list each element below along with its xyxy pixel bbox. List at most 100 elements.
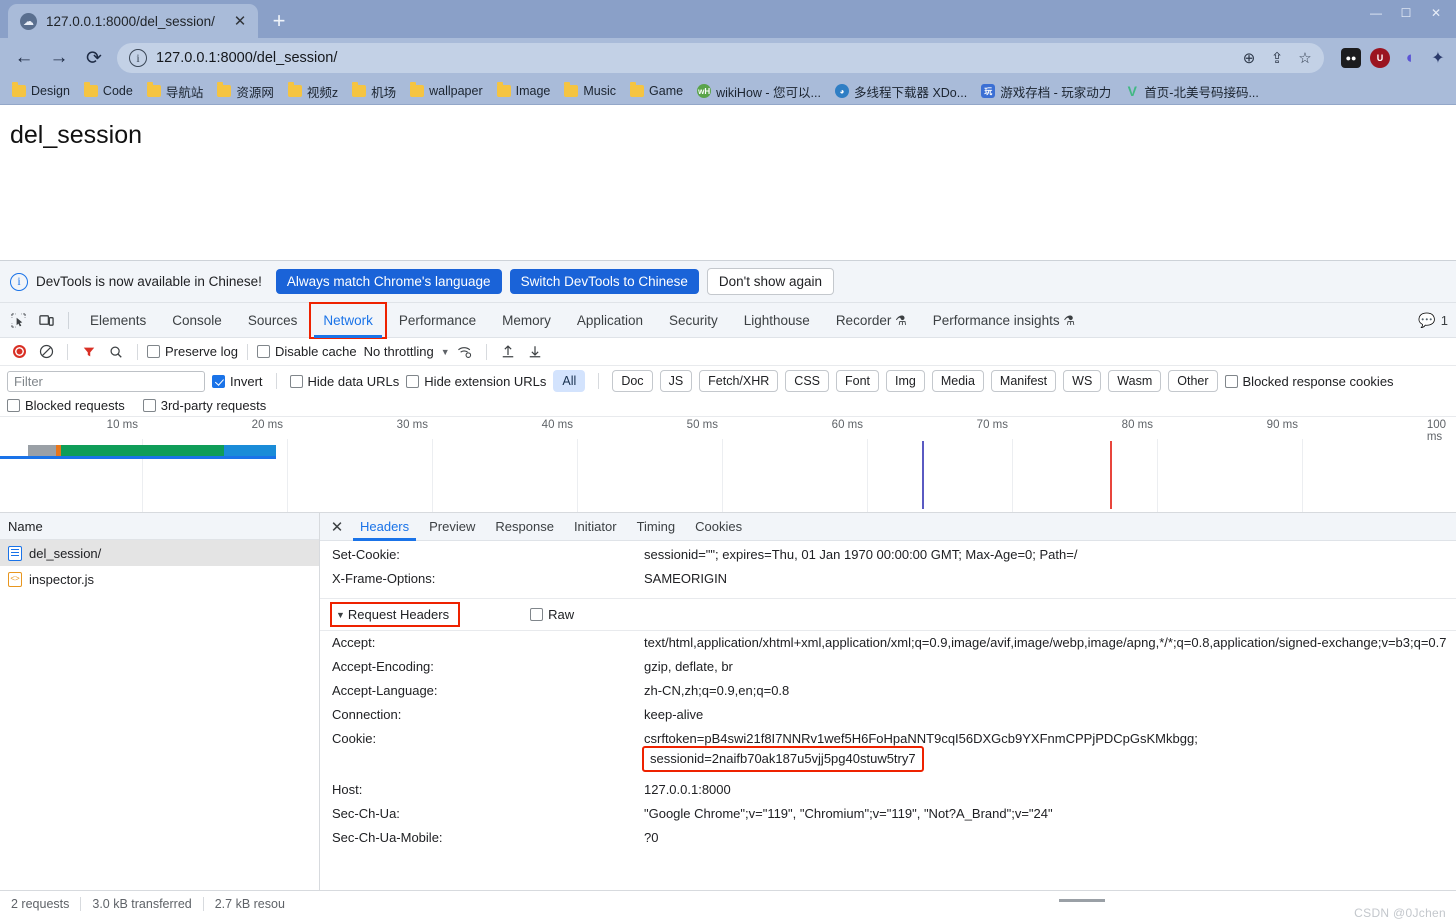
bookmark-airport[interactable]: 机场: [346, 80, 402, 103]
dark-square-extension-icon[interactable]: ●●: [1341, 48, 1361, 68]
chevron-down-icon[interactable]: ▼: [441, 347, 450, 357]
bookmark-code[interactable]: Code: [78, 82, 139, 100]
type-filter-css[interactable]: CSS: [785, 370, 829, 392]
tab-recorder[interactable]: Recorder ⚗: [823, 303, 920, 338]
raw-checkbox[interactable]: Raw: [530, 607, 574, 622]
tab-elements[interactable]: Elements: [77, 303, 159, 338]
network-conditions-icon[interactable]: [453, 340, 477, 364]
clear-icon[interactable]: [34, 340, 58, 364]
record-icon[interactable]: [7, 340, 31, 364]
browser-tab[interactable]: ☁ 127.0.0.1:8000/del_session/ ✕: [8, 4, 258, 38]
switch-devtools-language-button[interactable]: Switch DevTools to Chinese: [509, 269, 699, 294]
address-bar[interactable]: i 127.0.0.1:8000/del_session/ ⊕ ⇪ ☆: [117, 43, 1324, 73]
invert-checkbox[interactable]: Invert: [212, 374, 263, 389]
script-icon: <>: [8, 571, 22, 587]
type-filter-js[interactable]: JS: [659, 370, 693, 392]
always-match-language-button[interactable]: Always match Chrome's language: [275, 269, 502, 294]
table-row[interactable]: del_session/: [0, 540, 319, 566]
request-headers-toggle[interactable]: ▼ Request Headers: [329, 602, 461, 627]
blocked-response-cookies-checkbox[interactable]: Blocked response cookies: [1224, 374, 1394, 389]
bookmark-wikihow[interactable]: wH wikiHow - 您可以...: [691, 80, 827, 103]
throttling-select[interactable]: No throttling: [360, 344, 438, 359]
purple-drop-extension-icon[interactable]: ◖: [1399, 48, 1419, 68]
type-filter-all[interactable]: All: [553, 370, 586, 392]
bookmark-design[interactable]: Design: [6, 82, 76, 100]
bookmark-image[interactable]: Image: [491, 82, 557, 100]
browser-window: ☁ 127.0.0.1:8000/del_session/ ✕ + — ☐ ✕ …: [0, 0, 1456, 924]
star-icon[interactable]: ☆: [1292, 45, 1318, 71]
ublock-origin-extension-icon[interactable]: U: [1370, 48, 1390, 68]
bookmark-game[interactable]: Game: [624, 82, 689, 100]
preserve-log-checkbox[interactable]: Preserve log: [147, 344, 238, 359]
bookmark-video[interactable]: 视频z: [282, 80, 344, 103]
type-filter-wasm[interactable]: Wasm: [1108, 370, 1162, 392]
folder-icon: [410, 82, 425, 97]
tab-timing[interactable]: Timing: [627, 513, 686, 541]
close-icon[interactable]: ✕: [230, 11, 250, 31]
checkbox-label: Preserve log: [165, 344, 238, 359]
forward-icon[interactable]: →: [43, 42, 75, 74]
type-filter-media[interactable]: Media: [931, 370, 984, 392]
filter-icon[interactable]: [77, 340, 101, 364]
share-icon[interactable]: ⇪: [1264, 45, 1290, 71]
bookmark-xdown[interactable]: ◕ 多线程下载器 XDo...: [829, 80, 973, 103]
close-window-icon[interactable]: ✕: [1422, 2, 1450, 24]
reload-icon[interactable]: ⟳: [78, 42, 110, 74]
type-filter-font[interactable]: Font: [836, 370, 880, 392]
bookmark-resources[interactable]: 资源网: [211, 80, 280, 103]
import-har-icon[interactable]: [496, 340, 520, 364]
device-toolbar-icon[interactable]: [32, 306, 60, 334]
tab-headers[interactable]: Headers: [350, 513, 419, 541]
tab-network[interactable]: Network: [309, 301, 387, 339]
search-icon[interactable]: [104, 340, 128, 364]
minimize-icon[interactable]: —: [1362, 2, 1390, 24]
close-icon[interactable]: ✕: [324, 514, 350, 540]
filter-input[interactable]: [7, 370, 205, 392]
tab-preview[interactable]: Preview: [419, 513, 485, 541]
export-har-icon[interactable]: [523, 340, 547, 364]
type-filter-manifest[interactable]: Manifest: [990, 370, 1057, 392]
network-overview[interactable]: 10 ms 20 ms 30 ms 40 ms 50 ms 60 ms 70 m…: [0, 417, 1456, 902]
bookmark-gamesave[interactable]: 玩游戏存档 - 玩家动力: [975, 80, 1117, 103]
tab-memory[interactable]: Memory: [489, 303, 564, 338]
type-filter-ws[interactable]: WS: [1063, 370, 1102, 392]
hide-data-urls-checkbox[interactable]: Hide data URLs: [289, 374, 399, 389]
type-filter-fetch-xhr[interactable]: Fetch/XHR: [699, 370, 779, 392]
tab-application[interactable]: Application: [564, 303, 656, 338]
tab-sources[interactable]: Sources: [235, 303, 311, 338]
bookmark-smscode[interactable]: V 首页-北美号码接码...: [1119, 80, 1265, 103]
bookmark-music[interactable]: Music: [558, 82, 622, 100]
hide-extension-urls-checkbox[interactable]: Hide extension URLs: [406, 374, 546, 389]
bookmark-label: Game: [649, 84, 684, 98]
network-split: Name del_session/ <> inspector.js ✕ Head…: [0, 513, 1456, 890]
tab-security[interactable]: Security: [656, 303, 731, 338]
bookmark-wallpaper[interactable]: wallpaper: [404, 82, 489, 100]
tab-performance[interactable]: Performance: [386, 303, 489, 338]
table-row[interactable]: <> inspector.js: [0, 566, 319, 592]
bookmark-label: Code: [102, 84, 133, 98]
tab-initiator[interactable]: Initiator: [564, 513, 627, 541]
tab-console[interactable]: Console: [159, 303, 235, 338]
third-party-requests-checkbox[interactable]: 3rd-party requests: [142, 398, 266, 413]
dont-show-again-button[interactable]: Don't show again: [706, 268, 835, 295]
tab-response[interactable]: Response: [485, 513, 564, 541]
type-filter-other[interactable]: Other: [1168, 370, 1218, 392]
inspect-element-icon[interactable]: [4, 306, 32, 334]
request-headers-section[interactable]: ▼ Request Headers Raw: [320, 598, 1456, 631]
blocked-requests-checkbox[interactable]: Blocked requests: [7, 398, 125, 413]
back-icon[interactable]: ←: [8, 42, 40, 74]
disable-cache-checkbox[interactable]: Disable cache: [256, 344, 357, 359]
console-message-icon[interactable]: 💬: [1418, 312, 1435, 329]
puzzle-extensions-menu-icon[interactable]: ✦: [1428, 48, 1448, 68]
type-filter-img[interactable]: Img: [886, 370, 925, 392]
new-tab-button[interactable]: +: [264, 6, 294, 36]
tab-lighthouse[interactable]: Lighthouse: [731, 303, 823, 338]
tab-performance-insights[interactable]: Performance insights ⚗: [920, 303, 1088, 338]
type-filter-doc[interactable]: Doc: [612, 370, 653, 392]
site-info-icon[interactable]: i: [129, 49, 147, 67]
zoom-icon[interactable]: ⊕: [1236, 45, 1262, 71]
maximize-icon[interactable]: ☐: [1392, 2, 1420, 24]
tab-cookies[interactable]: Cookies: [685, 513, 752, 541]
request-list-header[interactable]: Name: [0, 513, 319, 540]
bookmark-navsite[interactable]: 导航站: [141, 80, 210, 103]
